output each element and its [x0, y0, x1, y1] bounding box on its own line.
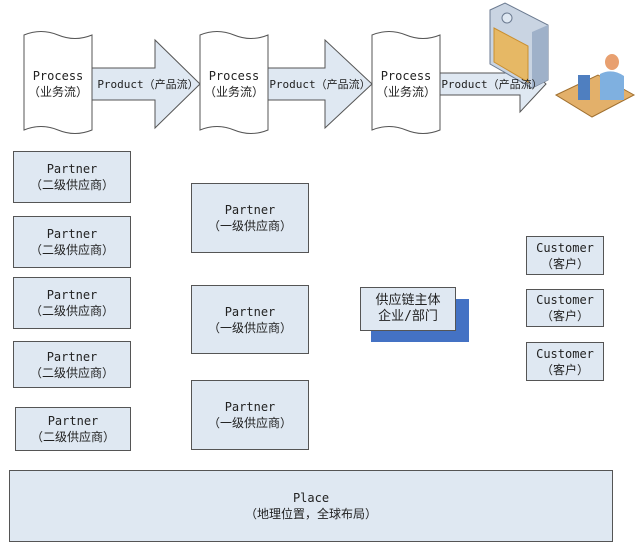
partner-subtitle: （一级供应商） — [207, 219, 292, 233]
primary-partner-3: Partner （一级供应商） — [191, 380, 309, 450]
place-subtitle: （地理位置，全球布局） — [244, 507, 377, 521]
partner-title: Partner — [47, 414, 99, 428]
customer-3: Customer （客户） — [526, 342, 604, 381]
partner-subtitle: （一级供应商） — [207, 416, 292, 430]
customer-title: Customer — [536, 293, 594, 307]
place-box: Place （地理位置，全球布局） — [9, 470, 613, 542]
customer-subtitle: （客户） — [540, 256, 589, 271]
partner-title: Partner — [224, 400, 276, 414]
partner-subtitle: （二级供应商） — [29, 365, 114, 380]
partner-subtitle: （一级供应商） — [207, 320, 292, 335]
process-title: Process — [32, 69, 84, 83]
primary-partner-1: Partner （一级供应商） — [191, 183, 309, 253]
customer-2: Customer （客户） — [526, 289, 604, 327]
secondary-partner-5: Partner （二级供应商） — [15, 407, 131, 451]
process-subtitle: （业务流） — [375, 85, 436, 99]
arrow-label-3: Product（产品流） — [441, 78, 543, 91]
process-subtitle: （业务流） — [203, 85, 264, 99]
arrow-label-2: Product（产品流） — [269, 78, 371, 91]
secondary-partner-1: Partner （二级供应商） — [13, 151, 131, 203]
partner-title: Partner — [46, 227, 98, 241]
process-label-3: Process （业务流） — [372, 68, 440, 100]
process-title: Process — [380, 69, 432, 83]
partner-title: Partner — [224, 304, 276, 319]
customer-title: Customer — [536, 240, 594, 255]
process-title: Process — [208, 69, 260, 83]
process-label-2: Process （业务流） — [200, 68, 268, 100]
primary-partner-2: Partner （一级供应商） — [191, 285, 309, 354]
partner-title: Partner — [46, 349, 98, 364]
user-at-computer-icon — [554, 54, 636, 118]
secondary-partner-2: Partner （二级供应商） — [13, 216, 131, 268]
partner-subtitle: （二级供应商） — [30, 430, 115, 444]
core-line1: 供应链主体 — [375, 293, 441, 308]
customer-title: Customer — [536, 346, 594, 361]
partner-title: Partner — [46, 162, 98, 176]
place-title: Place — [292, 491, 330, 505]
secondary-partner-4: Partner （二级供应商） — [13, 341, 131, 388]
process-subtitle: （业务流） — [27, 85, 88, 99]
partner-subtitle: （二级供应商） — [29, 178, 114, 192]
process-label-1: Process （业务流） — [24, 68, 92, 100]
core-line2: 企业/部门 — [378, 309, 438, 324]
arrow-label-1: Product（产品流） — [97, 78, 199, 91]
customer-1: Customer （客户） — [526, 236, 604, 275]
customer-subtitle: （客户） — [540, 309, 589, 323]
partner-title: Partner — [46, 288, 98, 302]
partner-title: Partner — [224, 203, 276, 217]
core-enterprise: 供应链主体 企业/部门 — [360, 287, 456, 331]
customer-subtitle: （客户） — [540, 362, 589, 377]
partner-subtitle: （二级供应商） — [29, 304, 114, 318]
secondary-partner-3: Partner （二级供应商） — [13, 277, 131, 329]
partner-subtitle: （二级供应商） — [29, 243, 114, 257]
